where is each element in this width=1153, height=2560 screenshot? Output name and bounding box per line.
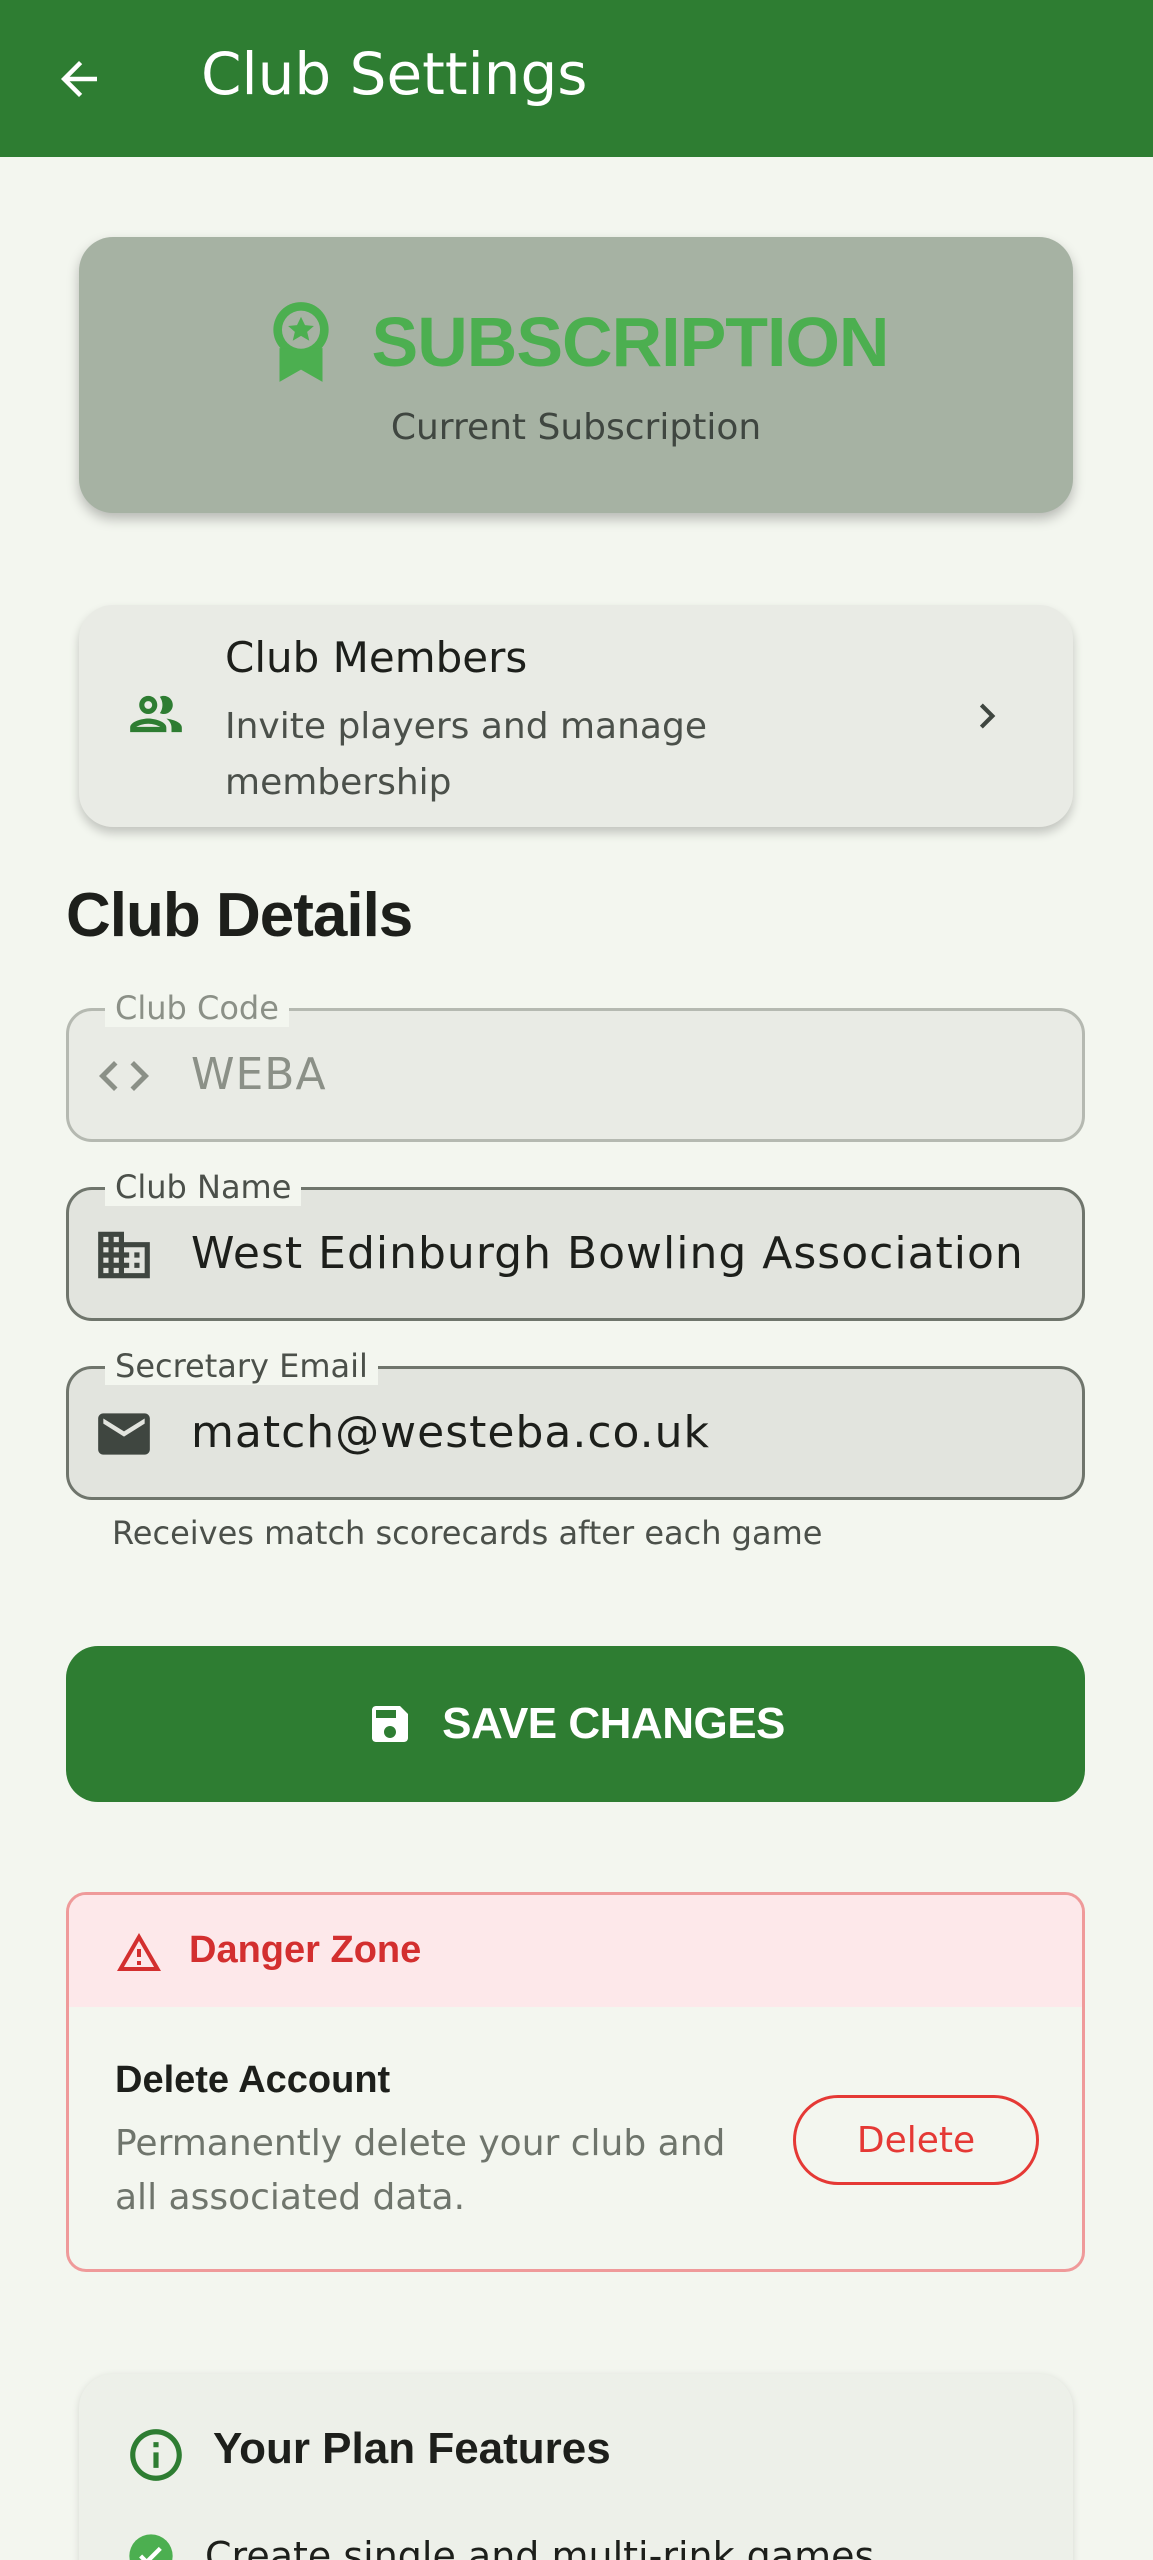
building-icon [98,1231,150,1279]
delete-account-description: Permanently delete your club and all ass… [115,2123,726,2218]
mail-icon [98,1413,150,1455]
club-code-label: Club Code [105,989,289,1027]
club-members-subtitle: Invite players and manage membership [225,706,707,803]
delete-account-title: Delete Account [115,2059,391,2101]
club-code-value: WEBA [191,1049,327,1100]
club-details-heading: Club Details [66,881,413,950]
subscription-caption: Current Subscription [390,407,762,448]
code-icon [99,1061,149,1091]
warning-icon [117,1933,161,1971]
club-name-input[interactable]: West Edinburgh Bowling Association [191,1228,1024,1279]
club-name-label: Club Name [105,1168,302,1206]
page-title: Club Settings [201,40,588,108]
award-badge-icon [272,302,329,382]
check-circle-icon [129,2534,173,2560]
chevron-right-icon [979,703,996,729]
subscription-card[interactable]: SUBSCRIPTION Current Subscription [79,237,1073,513]
plan-features-title: Your Plan Features [213,2424,611,2473]
secretary-email-label: Secretary Email [105,1347,378,1385]
secretary-email-field[interactable]: Secretary Email match@westeba.co.uk [66,1347,1085,1500]
club-members-card[interactable]: Club Members Invite players and manage m… [79,605,1073,827]
info-icon [130,2429,182,2481]
danger-zone-header: Danger Zone [69,1895,1082,2007]
people-icon [130,695,182,733]
secretary-email-input[interactable]: match@westeba.co.uk [191,1407,710,1458]
back-button[interactable] [48,48,110,110]
plan-feature-text: Create single and multi-rink games [205,2534,875,2560]
club-code-field: Club Code WEBA [66,989,1085,1142]
club-name-field[interactable]: Club Name West Edinburgh Bowling Associa… [66,1168,1085,1321]
danger-zone-card: Danger Zone Delete Account Permanently d… [66,1892,1085,2272]
save-icon [372,1706,409,1742]
subscription-title: SUBSCRIPTION [371,303,890,381]
app-bar: Club Settings [0,0,1153,157]
save-changes-label: SAVE CHANGES [442,1699,785,1748]
arrow-back-icon [61,61,97,97]
danger-zone-title: Danger Zone [189,1929,422,1971]
save-changes-button[interactable]: SAVE CHANGES [66,1646,1085,1802]
club-members-title: Club Members [225,633,528,682]
plan-feature-item: Create single and multi-rink games [125,2530,874,2560]
secretary-email-helper: Receives match scorecards after each gam… [112,1514,823,1552]
delete-button[interactable]: Delete [793,2095,1039,2185]
plan-features-card: Your Plan Features Create single and mul… [79,2374,1073,2560]
